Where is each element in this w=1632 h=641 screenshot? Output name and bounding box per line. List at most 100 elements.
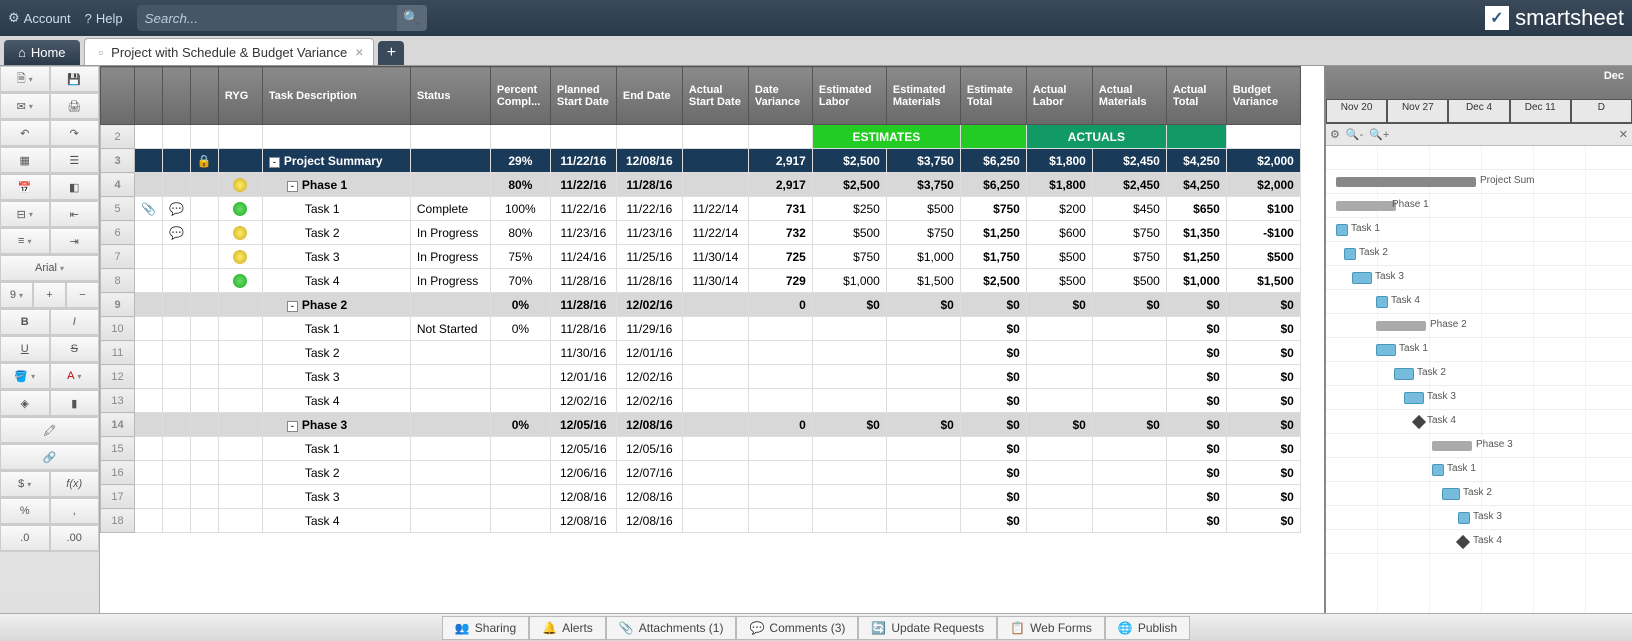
comma-button[interactable]: ,: [50, 498, 100, 524]
col-header[interactable]: Estimate Total: [960, 67, 1026, 125]
save-button[interactable]: 🗎: [0, 66, 50, 92]
table-row[interactable]: 15Task 112/05/1612/05/16$0$0$0: [101, 437, 1301, 461]
save-disk-button[interactable]: 💾: [50, 66, 100, 92]
gantt-bar[interactable]: [1336, 201, 1396, 211]
gantt-week-header[interactable]: Nov 27: [1387, 99, 1448, 124]
row-number[interactable]: 14: [101, 413, 135, 437]
italic-button[interactable]: I: [50, 309, 100, 335]
col-header[interactable]: Task Description: [262, 67, 410, 125]
gantt-bar[interactable]: [1442, 488, 1460, 500]
gantt-zoom-out-icon[interactable]: 🔍-: [1346, 128, 1363, 141]
currency-button[interactable]: $: [0, 471, 50, 497]
strike-button[interactable]: S: [50, 336, 100, 362]
table-row[interactable]: 16Task 212/06/1612/07/16$0$0$0: [101, 461, 1301, 485]
calendar-button[interactable]: 📅: [0, 174, 50, 200]
search-button[interactable]: 🔍: [397, 5, 427, 31]
home-tab[interactable]: ⌂Home: [4, 40, 80, 65]
gantt-milestone[interactable]: [1456, 535, 1470, 549]
row-number[interactable]: 7: [101, 245, 135, 269]
gantt-bar[interactable]: [1394, 368, 1414, 380]
link-button[interactable]: 🔗: [0, 444, 99, 470]
redo-button[interactable]: ↷: [50, 120, 100, 146]
gantt-bar[interactable]: [1458, 512, 1470, 524]
table-row[interactable]: 3🔒-Project Summary29%11/22/1612/08/162,9…: [101, 149, 1301, 173]
text-color-button[interactable]: A: [50, 363, 100, 389]
col-header[interactable]: [162, 67, 190, 125]
col-header[interactable]: Budget Variance: [1226, 67, 1300, 125]
gantt-bar[interactable]: [1376, 321, 1426, 331]
search-input[interactable]: [137, 11, 397, 26]
alerts-tab[interactable]: 🔔Alerts: [529, 616, 606, 640]
gantt-bar[interactable]: [1344, 248, 1356, 260]
col-header[interactable]: Planned Start Date: [550, 67, 616, 125]
font-decrease-button[interactable]: −: [66, 282, 99, 308]
attachments-tab[interactable]: 📎Attachments (1): [606, 616, 737, 640]
gantt-bar[interactable]: [1404, 392, 1424, 404]
table-row[interactable]: 7Task 3In Progress75%11/24/1611/25/1611/…: [101, 245, 1301, 269]
bold-button[interactable]: B: [0, 309, 50, 335]
gantt-week-header[interactable]: Dec 4: [1448, 99, 1509, 124]
col-header[interactable]: Actual Start Date: [682, 67, 748, 125]
table-row[interactable]: 6💬Task 2In Progress80%11/23/1611/23/1611…: [101, 221, 1301, 245]
cond-format-button[interactable]: ▮: [50, 390, 100, 416]
gantt-week-header[interactable]: D: [1571, 99, 1632, 124]
gantt-zoom-in-icon[interactable]: 🔍+: [1369, 128, 1389, 141]
row-number[interactable]: 15: [101, 437, 135, 461]
font-size-select[interactable]: 9: [0, 282, 33, 308]
gantt-bar[interactable]: [1336, 177, 1476, 187]
gantt-milestone[interactable]: [1412, 415, 1426, 429]
filter-button[interactable]: ⊟: [0, 201, 50, 227]
font-select[interactable]: Arial: [0, 255, 99, 281]
format-button[interactable]: ◈: [0, 390, 50, 416]
comments-tab[interactable]: 💬Comments (3): [736, 616, 858, 640]
gantt-bar[interactable]: [1376, 296, 1388, 308]
col-header[interactable]: Percent Compl...: [490, 67, 550, 125]
gantt-view-button[interactable]: ☰: [50, 147, 100, 173]
formula-button[interactable]: f(x): [50, 471, 100, 497]
fill-color-button[interactable]: 🪣: [0, 363, 50, 389]
gantt-bar[interactable]: [1376, 344, 1396, 356]
indent-button[interactable]: ⇥: [50, 228, 100, 254]
col-header[interactable]: Status: [410, 67, 490, 125]
table-row[interactable]: 10Task 1Not Started0%11/28/1611/29/16$0$…: [101, 317, 1301, 341]
gantt-week-header[interactable]: Nov 20: [1326, 99, 1387, 124]
col-header[interactable]: Actual Materials: [1092, 67, 1166, 125]
row-number[interactable]: 6: [101, 221, 135, 245]
card-view-button[interactable]: ◧: [50, 174, 100, 200]
col-header[interactable]: RYG: [218, 67, 262, 125]
table-row[interactable]: 11Task 211/30/1612/01/16$0$0$0: [101, 341, 1301, 365]
help-link[interactable]: ?Help: [85, 11, 123, 26]
row-number[interactable]: 8: [101, 269, 135, 293]
outdent-button[interactable]: ⇤: [50, 201, 100, 227]
gantt-settings-icon[interactable]: ⚙: [1330, 128, 1340, 141]
close-tab-icon[interactable]: ×: [355, 44, 363, 60]
table-row[interactable]: 14-Phase 30%12/05/1612/08/160$0$0$0$0$0$…: [101, 413, 1301, 437]
percent-button[interactable]: %: [0, 498, 50, 524]
col-header[interactable]: Actual Labor: [1026, 67, 1092, 125]
sharing-tab[interactable]: 👥Sharing: [442, 616, 529, 640]
col-header[interactable]: Actual Total: [1166, 67, 1226, 125]
gantt-bar[interactable]: [1432, 441, 1472, 451]
table-row[interactable]: 9-Phase 20%11/28/1612/02/160$0$0$0$0$0$0…: [101, 293, 1301, 317]
table-row[interactable]: 8Task 4In Progress70%11/28/1611/28/1611/…: [101, 269, 1301, 293]
print-button[interactable]: 🖨: [50, 93, 100, 119]
col-header[interactable]: Estimated Materials: [886, 67, 960, 125]
row-number[interactable]: 5: [101, 197, 135, 221]
account-link[interactable]: ⚙Account: [8, 10, 71, 26]
web-forms-tab[interactable]: 📋Web Forms: [997, 616, 1105, 640]
col-header[interactable]: [190, 67, 218, 125]
sort-button[interactable]: ≡: [0, 228, 50, 254]
table-row[interactable]: 4-Phase 180%11/22/1611/28/162,917$2,500$…: [101, 173, 1301, 197]
row-number[interactable]: 13: [101, 389, 135, 413]
sheet-tab[interactable]: ▫ Project with Schedule & Budget Varianc…: [84, 38, 375, 65]
mail-button[interactable]: ✉: [0, 93, 50, 119]
grid-view-button[interactable]: ▦: [0, 147, 50, 173]
gantt-bar[interactable]: [1432, 464, 1444, 476]
gantt-week-header[interactable]: Dec 11: [1510, 99, 1571, 124]
gantt-close-icon[interactable]: ✕: [1619, 128, 1628, 141]
update-requests-tab[interactable]: 🔄Update Requests: [858, 616, 997, 640]
col-header[interactable]: Date Variance: [748, 67, 812, 125]
add-tab-button[interactable]: +: [378, 41, 404, 65]
gantt-body[interactable]: Project SumPhase 1Task 1Task 2Task 3Task…: [1326, 146, 1632, 613]
row-number[interactable]: 9: [101, 293, 135, 317]
